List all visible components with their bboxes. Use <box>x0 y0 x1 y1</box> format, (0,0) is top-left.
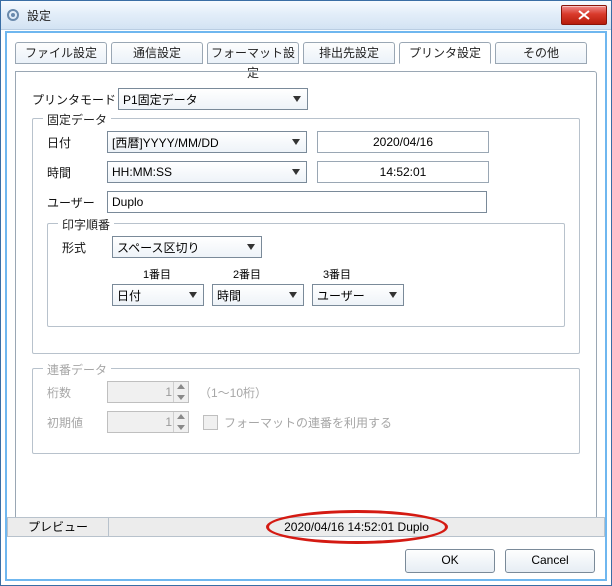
user-label: ユーザー <box>47 194 107 211</box>
date-value: 2020/04/16 <box>317 131 489 153</box>
col1-label: 1番目 <box>112 266 202 282</box>
print-order-group: 印字順番 形式 スペース区切り 1番目 2番目 3番目 <box>47 223 565 327</box>
order2-combo[interactable]: 時間 <box>212 284 304 306</box>
col3-label: 3番目 <box>292 266 382 282</box>
tab-other[interactable]: その他 <box>495 42 587 64</box>
serial-legend: 連番データ <box>43 361 111 378</box>
style-combo[interactable]: スペース区切り <box>112 236 262 258</box>
tab-printer[interactable]: プリンタ設定 <box>399 42 491 64</box>
preview-value: 2020/04/16 14:52:01 Duplo <box>109 517 605 537</box>
time-format-combo[interactable]: HH:MM:SS <box>107 161 307 183</box>
order3-combo[interactable]: ユーザー <box>312 284 404 306</box>
client-area: ファイル設定 通信設定 フォーマット設定 排出先設定 プリンタ設定 その他 プリ… <box>5 31 607 581</box>
col2-label: 2番目 <box>202 266 292 282</box>
window-title: 設定 <box>27 7 561 24</box>
printer-mode-label: プリンタモード <box>32 91 118 108</box>
printer-mode-combo[interactable]: P1固定データ <box>118 88 308 110</box>
tab-panel-printer: プリンタモード P1固定データ 固定データ 日付 [西暦]YYYY/MM/DD … <box>15 71 597 529</box>
init-spinner: 1 <box>107 411 189 433</box>
preview-bar: プレビュー 2020/04/16 14:52:01 Duplo <box>7 517 605 537</box>
cancel-button[interactable]: Cancel <box>505 549 595 573</box>
chevron-down-icon <box>185 287 201 303</box>
tab-dest[interactable]: 排出先設定 <box>303 42 395 64</box>
chevron-down-icon <box>285 287 301 303</box>
tab-comm[interactable]: 通信設定 <box>111 42 203 64</box>
close-button[interactable] <box>561 5 607 25</box>
chevron-down-icon <box>288 164 304 180</box>
chevron-down-icon <box>289 91 305 107</box>
fixed-data-legend: 固定データ <box>43 111 111 128</box>
order1-combo[interactable]: 日付 <box>112 284 204 306</box>
digits-hint: （1～10桁） <box>199 384 267 401</box>
titlebar: 設定 <box>1 1 611 30</box>
chevron-down-icon <box>385 287 401 303</box>
date-label: 日付 <box>47 134 107 151</box>
tab-format[interactable]: フォーマット設定 <box>207 42 299 64</box>
chevron-down-icon <box>243 239 259 255</box>
time-value: 14:52:01 <box>317 161 489 183</box>
init-label: 初期値 <box>47 414 107 431</box>
digits-label: 桁数 <box>47 384 107 401</box>
date-format-combo[interactable]: [西暦]YYYY/MM/DD <box>107 131 307 153</box>
tab-file[interactable]: ファイル設定 <box>15 42 107 64</box>
use-format-serial-checkbox <box>203 415 218 430</box>
user-input[interactable]: Duplo <box>107 191 487 213</box>
fixed-data-group: 固定データ 日付 [西暦]YYYY/MM/DD 2020/04/16 時間 HH… <box>32 118 580 354</box>
ok-button[interactable]: OK <box>405 549 495 573</box>
settings-window: 設定 ファイル設定 通信設定 フォーマット設定 排出先設定 プリンタ設定 その他… <box>0 0 612 586</box>
chevron-down-icon <box>288 134 304 150</box>
digits-spinner: 1 <box>107 381 189 403</box>
style-label: 形式 <box>62 239 112 256</box>
serial-data-group: 連番データ 桁数 1 （1～10桁） 初期値 1 フォーマットの <box>32 368 580 454</box>
use-format-serial-label: フォーマットの連番を利用する <box>224 414 392 431</box>
preview-label: プレビュー <box>7 517 109 537</box>
dialog-buttons: OK Cancel <box>405 549 595 573</box>
app-icon <box>5 7 21 23</box>
time-label: 時間 <box>47 164 107 181</box>
tab-bar: ファイル設定 通信設定 フォーマット設定 排出先設定 プリンタ設定 その他 <box>15 41 597 63</box>
print-order-legend: 印字順番 <box>58 216 114 233</box>
